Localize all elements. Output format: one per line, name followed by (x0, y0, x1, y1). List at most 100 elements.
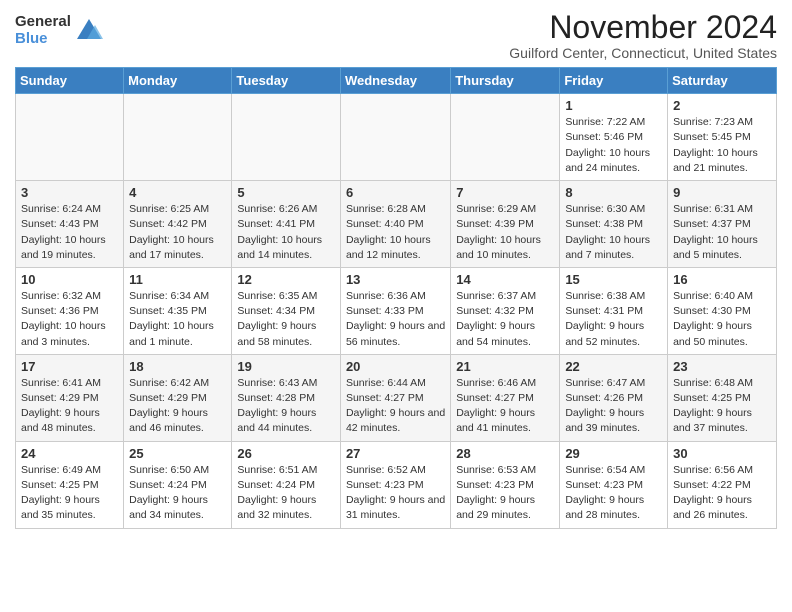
calendar-cell: 8 Sunrise: 6:30 AM Sunset: 4:38 PM Daylig… (560, 181, 668, 268)
weekday-header-friday: Friday (560, 68, 668, 94)
day-number: 8 (565, 185, 662, 200)
day-number: 3 (21, 185, 118, 200)
day-info: Sunrise: 6:44 AM Sunset: 4:27 PM Dayligh… (346, 376, 445, 437)
day-number: 1 (565, 98, 662, 113)
calendar-cell (124, 94, 232, 181)
day-number: 25 (129, 446, 226, 461)
day-info: Sunrise: 6:25 AM Sunset: 4:42 PM Dayligh… (129, 202, 226, 263)
day-number: 23 (673, 359, 771, 374)
calendar-cell: 13 Sunrise: 6:36 AM Sunset: 4:33 PM Dayli… (340, 267, 450, 354)
calendar-cell: 5 Sunrise: 6:26 AM Sunset: 4:41 PM Daylig… (232, 181, 341, 268)
day-number: 17 (21, 359, 118, 374)
title-block: November 2024 Guilford Center, Connectic… (509, 10, 777, 61)
day-number: 13 (346, 272, 445, 287)
day-number: 9 (673, 185, 771, 200)
day-info: Sunrise: 6:24 AM Sunset: 4:43 PM Dayligh… (21, 202, 118, 263)
page-header: General Blue November 2024 Guilford Cent… (15, 10, 777, 61)
day-info: Sunrise: 6:32 AM Sunset: 4:36 PM Dayligh… (21, 289, 118, 350)
weekday-header-wednesday: Wednesday (340, 68, 450, 94)
logo-icon (75, 17, 103, 45)
calendar-cell: 11 Sunrise: 6:34 AM Sunset: 4:35 PM Dayli… (124, 267, 232, 354)
calendar-cell: 2 Sunrise: 7:23 AM Sunset: 5:45 PM Daylig… (668, 94, 777, 181)
day-number: 4 (129, 185, 226, 200)
day-info: Sunrise: 6:46 AM Sunset: 4:27 PM Dayligh… (456, 376, 554, 437)
day-info: Sunrise: 6:40 AM Sunset: 4:30 PM Dayligh… (673, 289, 771, 350)
calendar-cell: 1 Sunrise: 7:22 AM Sunset: 5:46 PM Daylig… (560, 94, 668, 181)
calendar-cell: 12Sunrise: 6:35 AM Sunset: 4:34 PM Dayli… (232, 267, 341, 354)
day-number: 24 (21, 446, 118, 461)
calendar-cell: 30 Sunrise: 6:56 AM Sunset: 4:22 PM Dayli… (668, 441, 777, 528)
calendar-cell: 18 Sunrise: 6:42 AM Sunset: 4:29 PM Dayli… (124, 354, 232, 441)
calendar-cell: 24Sunrise: 6:49 AM Sunset: 4:25 PM Dayli… (16, 441, 124, 528)
calendar-cell (451, 94, 560, 181)
calendar-cell: 15Sunrise: 6:38 AM Sunset: 4:31 PM Dayli… (560, 267, 668, 354)
calendar-week-1: 1 Sunrise: 7:22 AM Sunset: 5:46 PM Daylig… (16, 94, 777, 181)
calendar-header-row: SundayMondayTuesdayWednesdayThursdayFrid… (16, 68, 777, 94)
day-number: 29 (565, 446, 662, 461)
day-number: 27 (346, 446, 445, 461)
day-info: Sunrise: 6:36 AM Sunset: 4:33 PM Dayligh… (346, 289, 445, 350)
day-number: 20 (346, 359, 445, 374)
weekday-header-tuesday: Tuesday (232, 68, 341, 94)
day-info: Sunrise: 6:37 AM Sunset: 4:32 PM Dayligh… (456, 289, 554, 350)
calendar-week-3: 10 Sunrise: 6:32 AM Sunset: 4:36 PM Dayli… (16, 267, 777, 354)
weekday-header-saturday: Saturday (668, 68, 777, 94)
day-info: Sunrise: 7:22 AM Sunset: 5:46 PM Dayligh… (565, 115, 662, 176)
calendar-week-4: 17Sunrise: 6:41 AM Sunset: 4:29 PM Dayli… (16, 354, 777, 441)
day-info: Sunrise: 6:50 AM Sunset: 4:24 PM Dayligh… (129, 463, 226, 524)
calendar-cell: 25 Sunrise: 6:50 AM Sunset: 4:24 PM Dayli… (124, 441, 232, 528)
day-info: Sunrise: 6:54 AM Sunset: 4:23 PM Dayligh… (565, 463, 662, 524)
calendar-cell (340, 94, 450, 181)
calendar-cell: 20 Sunrise: 6:44 AM Sunset: 4:27 PM Dayli… (340, 354, 450, 441)
day-info: Sunrise: 6:26 AM Sunset: 4:41 PM Dayligh… (237, 202, 335, 263)
day-number: 16 (673, 272, 771, 287)
calendar-cell: 17Sunrise: 6:41 AM Sunset: 4:29 PM Dayli… (16, 354, 124, 441)
calendar-cell: 22Sunrise: 6:47 AM Sunset: 4:26 PM Dayli… (560, 354, 668, 441)
day-info: Sunrise: 6:34 AM Sunset: 4:35 PM Dayligh… (129, 289, 226, 350)
calendar-cell: 28Sunrise: 6:53 AM Sunset: 4:23 PM Dayli… (451, 441, 560, 528)
logo-blue: Blue (15, 31, 71, 48)
day-number: 5 (237, 185, 335, 200)
day-info: Sunrise: 7:23 AM Sunset: 5:45 PM Dayligh… (673, 115, 771, 176)
day-info: Sunrise: 6:30 AM Sunset: 4:38 PM Dayligh… (565, 202, 662, 263)
weekday-header-sunday: Sunday (16, 68, 124, 94)
calendar-cell: 27 Sunrise: 6:52 AM Sunset: 4:23 PM Dayli… (340, 441, 450, 528)
day-info: Sunrise: 6:48 AM Sunset: 4:25 PM Dayligh… (673, 376, 771, 437)
calendar-week-2: 3 Sunrise: 6:24 AM Sunset: 4:43 PM Daylig… (16, 181, 777, 268)
logo: General Blue (15, 14, 103, 47)
calendar-cell: 7Sunrise: 6:29 AM Sunset: 4:39 PM Daylig… (451, 181, 560, 268)
day-number: 2 (673, 98, 771, 113)
day-number: 26 (237, 446, 335, 461)
calendar-cell: 3 Sunrise: 6:24 AM Sunset: 4:43 PM Daylig… (16, 181, 124, 268)
day-number: 7 (456, 185, 554, 200)
day-number: 6 (346, 185, 445, 200)
location-subtitle: Guilford Center, Connecticut, United Sta… (509, 45, 777, 61)
calendar-cell: 29 Sunrise: 6:54 AM Sunset: 4:23 PM Dayli… (560, 441, 668, 528)
day-info: Sunrise: 6:31 AM Sunset: 4:37 PM Dayligh… (673, 202, 771, 263)
day-info: Sunrise: 6:52 AM Sunset: 4:23 PM Dayligh… (346, 463, 445, 524)
day-info: Sunrise: 6:53 AM Sunset: 4:23 PM Dayligh… (456, 463, 554, 524)
weekday-header-thursday: Thursday (451, 68, 560, 94)
day-number: 10 (21, 272, 118, 287)
day-info: Sunrise: 6:38 AM Sunset: 4:31 PM Dayligh… (565, 289, 662, 350)
calendar-cell: 16 Sunrise: 6:40 AM Sunset: 4:30 PM Dayli… (668, 267, 777, 354)
day-number: 30 (673, 446, 771, 461)
calendar-cell: 4 Sunrise: 6:25 AM Sunset: 4:42 PM Daylig… (124, 181, 232, 268)
calendar-cell (16, 94, 124, 181)
calendar-week-5: 24Sunrise: 6:49 AM Sunset: 4:25 PM Dayli… (16, 441, 777, 528)
calendar-cell: 10 Sunrise: 6:32 AM Sunset: 4:36 PM Dayli… (16, 267, 124, 354)
day-info: Sunrise: 6:51 AM Sunset: 4:24 PM Dayligh… (237, 463, 335, 524)
day-number: 14 (456, 272, 554, 287)
month-title: November 2024 (509, 10, 777, 45)
day-info: Sunrise: 6:35 AM Sunset: 4:34 PM Dayligh… (237, 289, 335, 350)
calendar-cell: 21Sunrise: 6:46 AM Sunset: 4:27 PM Dayli… (451, 354, 560, 441)
calendar-cell: 9 Sunrise: 6:31 AM Sunset: 4:37 PM Daylig… (668, 181, 777, 268)
day-number: 18 (129, 359, 226, 374)
day-number: 11 (129, 272, 226, 287)
day-info: Sunrise: 6:28 AM Sunset: 4:40 PM Dayligh… (346, 202, 445, 263)
calendar-cell (232, 94, 341, 181)
day-number: 22 (565, 359, 662, 374)
day-info: Sunrise: 6:56 AM Sunset: 4:22 PM Dayligh… (673, 463, 771, 524)
day-info: Sunrise: 6:42 AM Sunset: 4:29 PM Dayligh… (129, 376, 226, 437)
day-number: 19 (237, 359, 335, 374)
